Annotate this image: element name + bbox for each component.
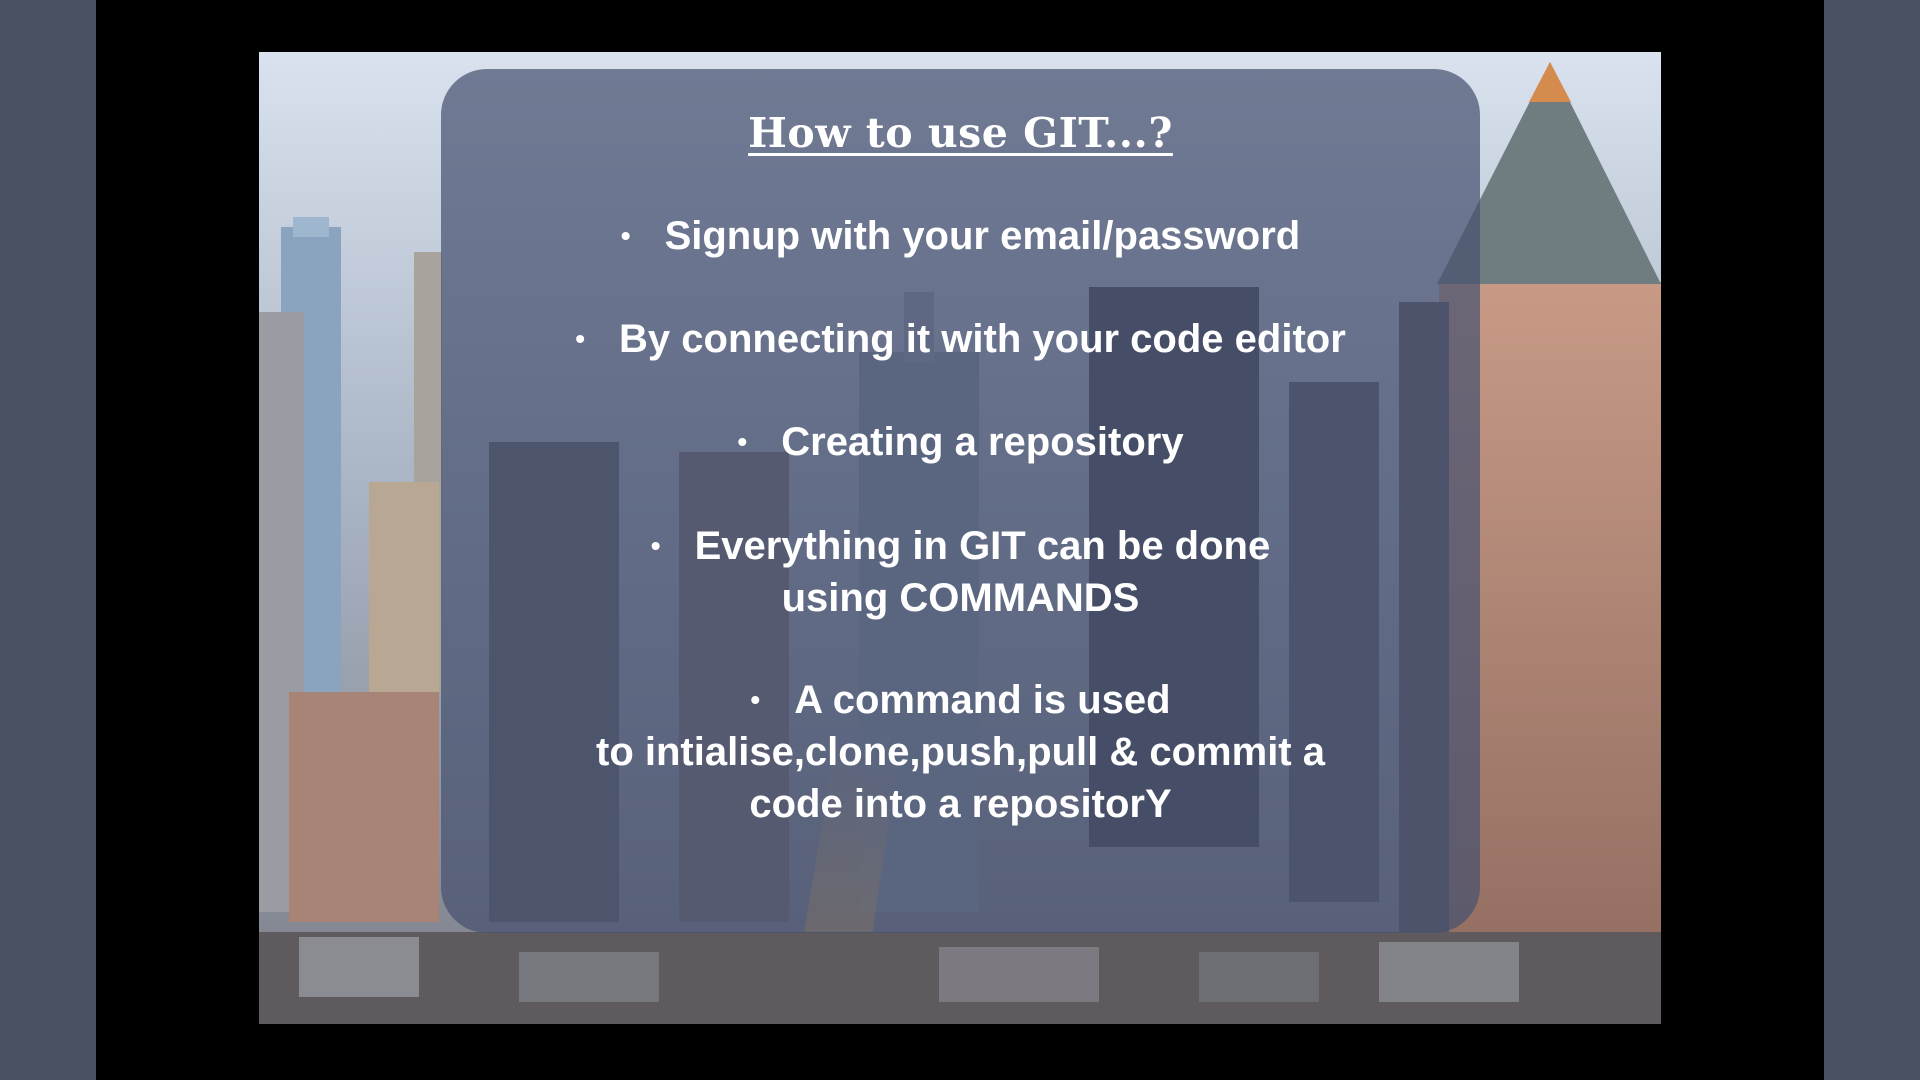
- video-viewer: How to use GIT...? • Signup with your ema…: [0, 0, 1920, 1080]
- bullet-text-line: • A command is used: [441, 674, 1480, 726]
- bullet-text-line: using COMMANDS: [781, 576, 1140, 620]
- bullet-text: Creating a repository: [781, 420, 1184, 464]
- bullet-icon: •: [575, 323, 586, 354]
- content-panel: How to use GIT...? • Signup with your ema…: [441, 69, 1480, 933]
- bullet-text-line: to intialise,clone,push,pull & commit a: [596, 730, 1325, 774]
- bullet-text: A command is used: [794, 678, 1171, 722]
- video-frame[interactable]: How to use GIT...? • Signup with your ema…: [96, 0, 1824, 1080]
- bullet-icon: •: [650, 530, 661, 561]
- bullet-text-line: • Everything in GIT can be done: [441, 520, 1480, 572]
- bullet-item: • Signup with your email/password: [441, 210, 1480, 262]
- bullet-text: By connecting it with your code editor: [619, 317, 1346, 361]
- bullet-icon: •: [620, 220, 631, 251]
- bullet-item: • Everything in GIT can be done using COM…: [441, 520, 1480, 624]
- bullet-text-line: code into a repositorY: [749, 782, 1172, 826]
- bullet-icon: •: [750, 684, 761, 715]
- bullet-item: • Creating a repository: [441, 416, 1480, 468]
- presentation-slide: How to use GIT...? • Signup with your ema…: [259, 52, 1661, 1024]
- bullet-list: • Signup with your email/password • By con…: [441, 69, 1480, 933]
- bullet-item: • By connecting it with your code editor: [441, 313, 1480, 365]
- bullet-icon: •: [737, 426, 748, 457]
- bullet-text: Everything in GIT can be done: [694, 524, 1271, 568]
- bullet-item: • A command is used to intialise,clone,pu…: [441, 674, 1480, 830]
- bullet-text: Signup with your email/password: [664, 214, 1301, 258]
